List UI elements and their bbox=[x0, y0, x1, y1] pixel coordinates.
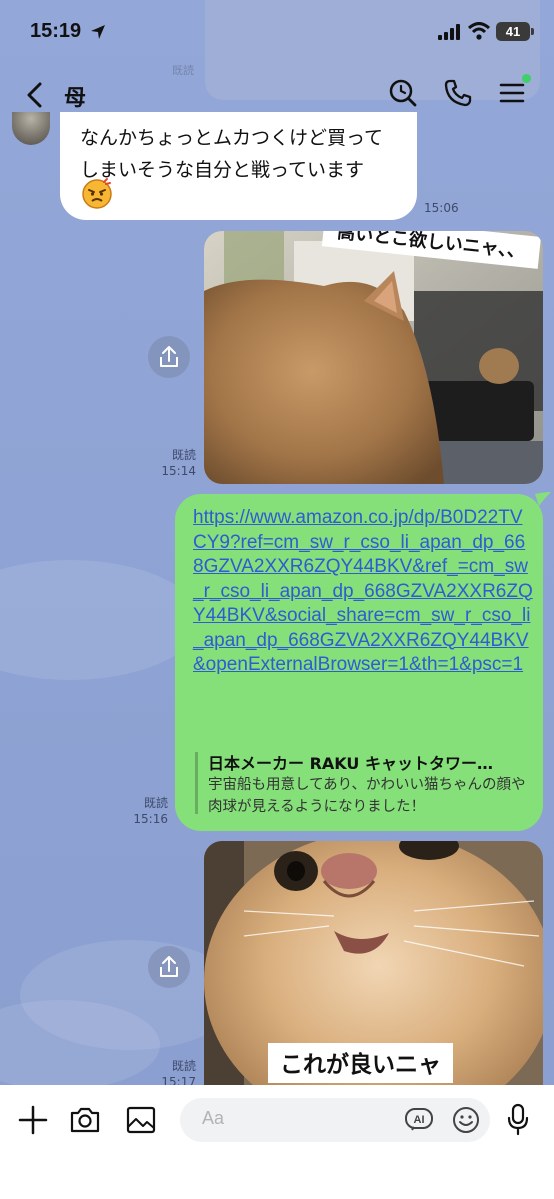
image-gallery-icon[interactable] bbox=[124, 1103, 158, 1137]
read-receipt: 既読 bbox=[143, 796, 168, 810]
message-input-placeholder: Aa bbox=[202, 1108, 225, 1128]
link-meta: 既読 15:16 bbox=[124, 795, 168, 827]
link-preview-description: 宇宙船も用意してあり、かわいい猫ちゃんの顔や肉球が見えるようになりました！ bbox=[208, 777, 526, 815]
bubble-tail bbox=[535, 492, 551, 506]
share-button-image2[interactable] bbox=[148, 946, 190, 988]
image1-meta: 既読 15:14 bbox=[150, 447, 196, 479]
ai-icon: AI bbox=[405, 1108, 433, 1131]
cat-photo-1[interactable]: 高いとこ欲しいニャ、、 bbox=[204, 231, 543, 484]
read-receipt: 既読 bbox=[171, 1059, 196, 1073]
chat-title: 母 bbox=[64, 86, 87, 111]
microphone-icon[interactable] bbox=[506, 1103, 530, 1137]
ai-label: AI bbox=[414, 1114, 425, 1126]
search-icon[interactable] bbox=[388, 78, 418, 108]
emoji-icon[interactable] bbox=[452, 1106, 480, 1134]
battery-tip bbox=[531, 28, 534, 35]
image1-timestamp: 15:14 bbox=[161, 464, 196, 478]
plus-icon[interactable] bbox=[16, 1103, 50, 1137]
share-icon bbox=[160, 956, 178, 977]
message-input[interactable] bbox=[180, 1098, 490, 1142]
read-receipt: 既読 bbox=[171, 448, 196, 462]
battery-indicator: 41 bbox=[496, 22, 530, 41]
cat-photo-2[interactable]: これが良いニャ bbox=[204, 841, 543, 1091]
status-bar: 15:19 41 bbox=[0, 0, 554, 66]
ai-button[interactable]: AI bbox=[404, 1107, 434, 1133]
location-arrow-icon bbox=[91, 25, 105, 39]
angry-face-emoji-icon bbox=[82, 178, 112, 209]
share-button-image1[interactable] bbox=[148, 336, 190, 378]
incoming-timestamp: 15:06 bbox=[424, 201, 459, 215]
link-timestamp: 15:16 bbox=[133, 812, 168, 826]
share-icon bbox=[160, 346, 178, 367]
image2-caption: これが良いニャ bbox=[268, 1043, 453, 1083]
link-preview-title[interactable]: 日本メーカー RAKU キャットタワー… bbox=[208, 750, 528, 774]
amazon-link[interactable]: https://www.amazon.co.jp/dp/B0D22TVCY9?r… bbox=[193, 506, 533, 678]
notification-dot bbox=[522, 74, 531, 83]
back-arrow-icon[interactable] bbox=[22, 80, 50, 110]
camera-icon[interactable] bbox=[68, 1103, 102, 1137]
cellular-signal-icon bbox=[438, 24, 460, 40]
incoming-message-text: なんかちょっとムカつくけど買って しまいそうな自分と戦っています bbox=[80, 122, 410, 186]
status-time: 15:19 bbox=[30, 20, 82, 42]
cat-photo-1-image bbox=[204, 231, 543, 484]
incoming-line-1: なんかちょっとムカつくけど買って bbox=[80, 127, 384, 149]
link-preview-bar bbox=[195, 752, 198, 814]
incoming-line-2: しまいそうな自分と戦っています bbox=[80, 159, 365, 181]
phone-icon[interactable] bbox=[443, 78, 473, 108]
wifi-icon bbox=[468, 22, 490, 40]
